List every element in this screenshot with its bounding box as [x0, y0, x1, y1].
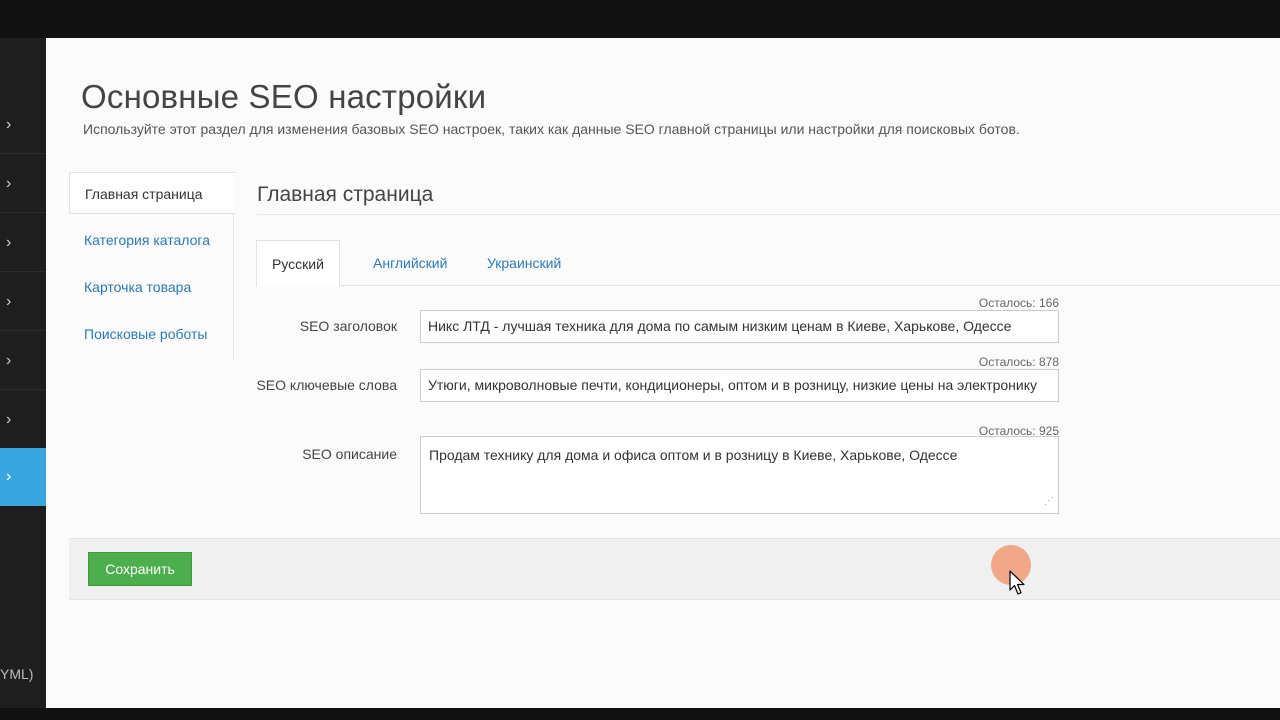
seo-title-label: SEO заголовок [299, 318, 397, 334]
sidebar-item-7-active[interactable]: › [0, 448, 46, 506]
chevron-right-icon: › [6, 292, 12, 310]
tab-ukrainian[interactable]: Украинский [472, 240, 576, 286]
sidebar-item-2[interactable]: › [0, 155, 46, 213]
sidebar-item-3[interactable]: › [0, 214, 46, 272]
seo-description-label: SEO описание [302, 446, 397, 462]
chevron-right-icon: › [6, 351, 12, 369]
seo-keywords-label: SEO ключевые слова [256, 377, 397, 393]
bottom-bar [0, 708, 1280, 720]
chevron-right-icon: › [6, 233, 12, 251]
language-tabs: Русский Английский Украинский [256, 240, 1280, 287]
chevron-right-icon: › [6, 174, 12, 192]
main-content: Основные SEO настройки Используйте этот … [46, 38, 1280, 708]
sidebar: › › › › › › › YML) [0, 38, 46, 708]
chevron-right-icon: › [6, 115, 12, 133]
mouse-cursor-icon [1009, 570, 1025, 595]
tab-russian[interactable]: Русский [256, 240, 340, 287]
sidebar-item-5[interactable]: › [0, 332, 46, 390]
seo-title-value: Никс ЛТД - лучшая техника для дома по са… [428, 318, 1012, 334]
nav-item-catalog-category[interactable]: Категория каталога [69, 219, 234, 261]
save-button[interactable]: Сохранить [88, 552, 192, 586]
nav-item-product-card[interactable]: Карточка товара [69, 266, 234, 308]
tab-english[interactable]: Английский [358, 240, 462, 286]
sidebar-item-4[interactable]: › [0, 273, 46, 331]
seo-description-value: Продам технику для дома и офиса оптом и … [429, 447, 958, 463]
sidebar-footer-text: YML) [0, 666, 34, 682]
nav-item-home-page[interactable]: Главная страница [69, 172, 235, 214]
page-subtitle: Используйте этот раздел для изменения ба… [83, 121, 1020, 137]
section-title: Главная страница [257, 183, 434, 206]
sidebar-item-1[interactable]: › [0, 96, 46, 154]
form-actions-bar: Сохранить [69, 538, 1280, 600]
resize-grip-icon[interactable]: ⋰ [1040, 495, 1054, 509]
page-title: Основные SEO настройки [81, 78, 487, 115]
chevron-right-icon: › [6, 468, 12, 485]
seo-description-textarea[interactable]: Продам технику для дома и офиса оптом и … [420, 436, 1059, 514]
sidebar-item-6[interactable]: › [0, 391, 46, 449]
seo-title-counter: Осталось: 166 [978, 296, 1059, 310]
settings-nav: Главная страница Категория каталога Карт… [69, 172, 235, 360]
chevron-right-icon: › [6, 410, 12, 428]
top-bar [0, 0, 1280, 38]
seo-keywords-value: Утюги, микроволновые печти, кондиционеры… [428, 377, 1038, 393]
seo-title-input[interactable]: Никс ЛТД - лучшая техника для дома по са… [420, 310, 1059, 343]
section-divider [257, 214, 1280, 215]
seo-keywords-input[interactable]: Утюги, микроволновые печти, кондиционеры… [420, 369, 1059, 402]
nav-item-search-robots[interactable]: Поисковые роботы [69, 313, 234, 355]
seo-keywords-counter: Осталось: 878 [978, 355, 1059, 369]
